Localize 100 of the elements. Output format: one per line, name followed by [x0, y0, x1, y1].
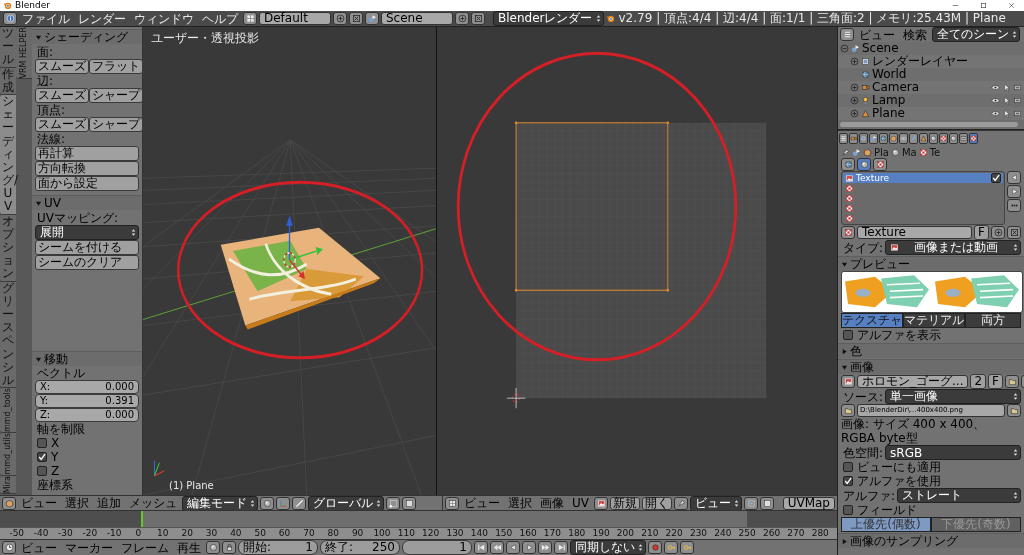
- icon-button[interactable]: [3, 12, 17, 25]
- tool-tab[interactable]: 作成: [0, 67, 16, 95]
- scene-field[interactable]: Scene: [381, 12, 453, 25]
- end-frame-field[interactable]: 終了: 250: [320, 540, 400, 555]
- tool-button[interactable]: スムーズ: [35, 88, 89, 103]
- icon-button[interactable]: [839, 133, 848, 144]
- menu-item[interactable]: ヘルプ: [199, 11, 241, 26]
- icon-button[interactable]: [2, 541, 16, 554]
- icon-button[interactable]: [939, 133, 948, 144]
- tool-tab[interactable]: オプション: [0, 214, 16, 282]
- panel-header[interactable]: プレビュー: [838, 256, 1024, 271]
- alpha-mode-dropdown[interactable]: ストレート: [897, 488, 1021, 503]
- tool-button[interactable]: 再計算: [35, 146, 139, 161]
- render-engine-dropdown[interactable]: Blenderレンダー: [493, 11, 604, 26]
- breadcrumb-item[interactable]: Ma: [901, 147, 917, 158]
- menu-item[interactable]: UV: [569, 496, 592, 510]
- color-space-dropdown[interactable]: sRGB: [885, 445, 1021, 460]
- fake-user-button[interactable]: F: [974, 225, 989, 240]
- checkbox[interactable]: [843, 330, 853, 340]
- tool-tab[interactable]: mmd_tools: [0, 388, 16, 434]
- icon-button[interactable]: [959, 133, 968, 144]
- menu-item[interactable]: ビュー: [856, 27, 898, 42]
- number-field[interactable]: Z: 0.000: [35, 408, 139, 422]
- icon-button[interactable]: [2, 496, 16, 510]
- icon-button[interactable]: [554, 541, 568, 554]
- icon-button[interactable]: [522, 541, 536, 554]
- collapse-triangle-icon[interactable]: [35, 33, 42, 41]
- icon-button[interactable]: [744, 496, 758, 510]
- tree-item[interactable]: Plane: [872, 107, 905, 120]
- expand-triangle-icon[interactable]: [841, 347, 848, 355]
- tree-item[interactable]: Scene: [862, 42, 899, 55]
- icon-button[interactable]: [1007, 404, 1021, 417]
- menu-item[interactable]: レンダー: [75, 11, 129, 26]
- tool-tab[interactable]: シェーディング/UV: [0, 94, 16, 215]
- icon-button[interactable]: [889, 133, 898, 144]
- menu-item[interactable]: ビュー: [18, 496, 60, 510]
- tree-item[interactable]: World: [872, 68, 907, 81]
- icon-button[interactable]: [841, 226, 855, 239]
- mapping-dropdown[interactable]: 展開: [35, 225, 139, 240]
- icon-button[interactable]: [206, 541, 220, 554]
- checkbox[interactable]: [843, 505, 853, 515]
- icon-button[interactable]: [490, 541, 504, 554]
- preview-tab[interactable]: テクスチャ: [841, 313, 903, 328]
- add-icon[interactable]: [850, 96, 859, 105]
- icon-button[interactable]: [760, 496, 774, 510]
- fake-user-button[interactable]: F: [988, 374, 1003, 389]
- menu-item[interactable]: ビュー: [18, 540, 60, 555]
- icon-button[interactable]: [841, 404, 855, 417]
- icon-button[interactable]: [386, 496, 400, 510]
- icon-button[interactable]: [879, 133, 888, 144]
- mode-dropdown[interactable]: 編集モード: [182, 496, 258, 510]
- tool-tab[interactable]: Mira: [0, 475, 16, 494]
- icon-button[interactable]: [1007, 185, 1021, 198]
- icon-button[interactable]: [292, 496, 306, 510]
- texture-type-dropdown[interactable]: 画像または動画: [885, 240, 1021, 255]
- checkbox[interactable]: [843, 462, 853, 472]
- icon-button[interactable]: [841, 375, 855, 388]
- screen-icon[interactable]: [1013, 96, 1022, 105]
- icon-button[interactable]: [969, 133, 978, 144]
- panel-header[interactable]: 画像: [838, 359, 1024, 374]
- add-icon[interactable]: [850, 109, 859, 118]
- tool-button[interactable]: スムーズ: [35, 117, 89, 132]
- icon-button[interactable]: [929, 133, 938, 144]
- menu-item[interactable]: マーカー: [62, 540, 116, 555]
- panel-header[interactable]: シェーディング: [32, 29, 142, 44]
- sync-dropdown[interactable]: 同期しない: [570, 540, 646, 555]
- users-button[interactable]: 2: [970, 374, 987, 389]
- icon-button[interactable]: [365, 12, 379, 25]
- icon-button[interactable]: [243, 12, 257, 25]
- panel-header[interactable]: UV: [32, 195, 142, 210]
- icon-button[interactable]: [664, 541, 678, 554]
- collapse-triangle-icon[interactable]: [841, 363, 848, 371]
- checkbox[interactable]: [37, 466, 47, 476]
- collapse-triangle-icon[interactable]: [35, 199, 42, 207]
- tool-button[interactable]: 面から設定: [35, 176, 139, 191]
- maximize-icon[interactable]: [979, 1, 988, 10]
- menu-item[interactable]: ウィンドウ: [131, 11, 197, 26]
- eye-icon[interactable]: [991, 96, 1000, 105]
- menu-item[interactable]: 検索: [900, 27, 930, 42]
- panel-header[interactable]: 移動: [32, 351, 142, 366]
- menu-item[interactable]: ビュー: [461, 496, 503, 510]
- minus-icon[interactable]: [840, 44, 849, 53]
- current-frame-field[interactable]: 1: [402, 540, 472, 555]
- filter-dropdown[interactable]: 全てのシーン: [932, 27, 1020, 42]
- menu-item[interactable]: 選択: [62, 496, 92, 510]
- menu-item[interactable]: メッシュ: [126, 496, 180, 510]
- tool-button[interactable]: シャープ: [89, 88, 143, 103]
- number-field[interactable]: Y: 0.391: [35, 394, 139, 408]
- icon-button[interactable]: [859, 133, 868, 144]
- menu-item[interactable]: 追加: [94, 496, 124, 510]
- tool-tab[interactable]: ツール: [0, 27, 16, 68]
- breadcrumb-item[interactable]: Pla: [874, 147, 889, 158]
- icon-button[interactable]: [899, 133, 908, 144]
- tool-button[interactable]: スムーズ: [35, 59, 89, 74]
- menu-item[interactable]: 選択: [505, 496, 535, 510]
- menu-item[interactable]: フレーム: [118, 540, 172, 555]
- number-field[interactable]: X: 0.000: [35, 380, 139, 394]
- icon-button[interactable]: [869, 133, 878, 144]
- orientation-dropdown[interactable]: グローバル: [308, 496, 384, 510]
- checkbox[interactable]: [991, 173, 1001, 183]
